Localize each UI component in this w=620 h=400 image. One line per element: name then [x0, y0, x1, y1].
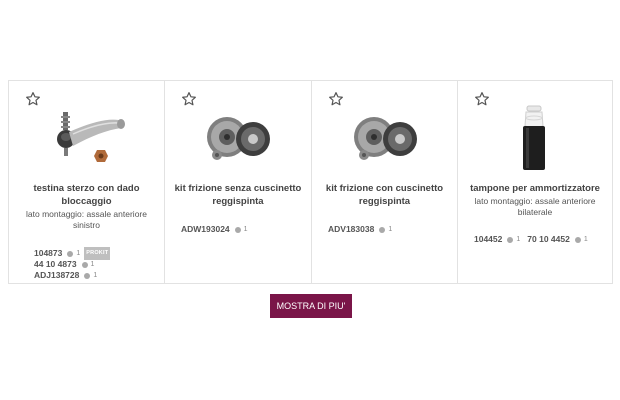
product-description: lato montaggio: assale anteriore bilater…	[474, 196, 596, 217]
clutch-kit-icon	[207, 117, 270, 160]
product-codes: ADW193024 1	[181, 224, 248, 235]
product-title-block: kit frizione con cuscinetto reggispinta	[320, 182, 449, 208]
code-count: 1	[388, 226, 393, 233]
code-row: ADW193024 1	[181, 224, 248, 235]
product-image[interactable]	[312, 103, 457, 173]
prokit-badge: PROKIT	[84, 247, 111, 260]
product-code[interactable]: 44 10 4873	[34, 259, 77, 270]
product-grid: testina sterzo con dado bloccaggio lato …	[8, 80, 613, 284]
product-title[interactable]: tampone per ammortizzatore	[466, 182, 604, 195]
product-title-block: testina sterzo con dado bloccaggio lato …	[17, 182, 156, 231]
product-codes: 104873 1 PROKIT 44 10 4873 1 ADJ138728 1	[34, 247, 111, 281]
product-code[interactable]: 70 10 4452	[527, 234, 570, 245]
product-codes: 104452 1 70 10 4452 1	[474, 234, 588, 245]
product-codes: ADV183038 1	[328, 224, 392, 235]
product-card[interactable]: kit frizione senza cuscinetto reggispint…	[165, 81, 312, 283]
product-image[interactable]	[9, 103, 164, 173]
product-image[interactable]	[458, 103, 612, 173]
product-title-block: tampone per ammortizzatore lato montaggi…	[466, 182, 604, 218]
clutch-kit-icon	[353, 117, 417, 160]
code-row: 104873 1 PROKIT	[34, 247, 111, 260]
tie-rod-end-icon	[56, 112, 125, 162]
code-count: 1	[93, 272, 98, 279]
product-card[interactable]: tampone per ammortizzatore lato montaggi…	[458, 81, 612, 283]
code-count: 1	[243, 226, 248, 233]
code-row: 44 10 4873 1	[34, 259, 110, 270]
code-row: ADV183038 1	[328, 224, 392, 235]
product-card[interactable]: testina sterzo con dado bloccaggio lato …	[9, 81, 165, 283]
product-title[interactable]: kit frizione con cuscinetto reggispinta	[320, 182, 449, 208]
product-code[interactable]: 104873	[34, 248, 62, 259]
info-dot-icon[interactable]	[379, 226, 386, 233]
product-description: lato montaggio: assale anteriore sinistr…	[26, 209, 147, 230]
code-count: 1	[583, 236, 588, 243]
product-code[interactable]: ADJ138728	[34, 270, 79, 281]
product-title[interactable]: kit frizione senza cuscinetto reggispint…	[173, 182, 303, 208]
code-count: 1	[90, 261, 95, 268]
product-code[interactable]: ADV183038	[328, 224, 374, 235]
bump-stop-icon	[523, 105, 545, 170]
product-code[interactable]: 104452	[474, 234, 502, 245]
product-card[interactable]: kit frizione con cuscinetto reggispinta …	[312, 81, 458, 283]
product-image[interactable]	[165, 103, 311, 173]
info-dot-icon[interactable]	[234, 226, 241, 233]
code-row: 104452 1 70 10 4452 1	[474, 234, 588, 245]
code-count: 1	[76, 250, 81, 257]
product-title[interactable]: testina sterzo con dado bloccaggio	[17, 182, 156, 208]
product-code[interactable]: ADW193024	[181, 224, 230, 235]
info-dot-icon[interactable]	[574, 236, 581, 243]
code-row: ADJ138728 1	[34, 270, 110, 281]
show-more-button[interactable]: MOSTRA DI PIU'	[270, 294, 352, 318]
info-dot-icon[interactable]	[81, 261, 88, 268]
info-dot-icon[interactable]	[84, 272, 91, 279]
info-dot-icon[interactable]	[67, 250, 74, 257]
info-dot-icon[interactable]	[507, 236, 514, 243]
code-count: 1	[516, 236, 521, 243]
product-title-block: kit frizione senza cuscinetto reggispint…	[173, 182, 303, 208]
